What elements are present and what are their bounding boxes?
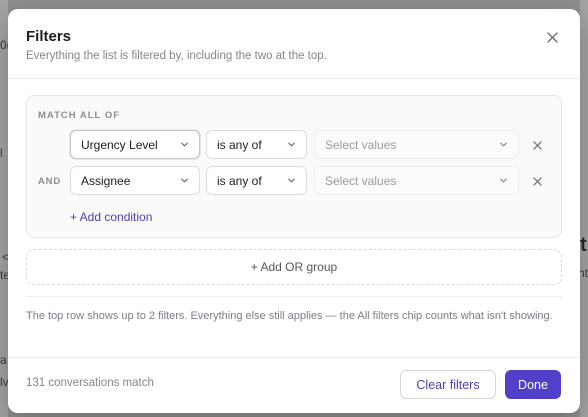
match-all-label: MATCH ALL OF xyxy=(38,110,121,121)
field-select-value: Urgency Level xyxy=(81,137,158,152)
help-note: The top row shows up to 2 filters. Every… xyxy=(26,310,553,322)
close-button[interactable] xyxy=(543,28,561,46)
section-divider xyxy=(26,296,562,297)
field-select-value: Assignee xyxy=(81,173,131,188)
operator-select-value: is any of xyxy=(217,173,262,188)
field-select-assignee[interactable]: Assignee xyxy=(70,166,200,195)
remove-condition-button[interactable] xyxy=(530,174,544,188)
remove-condition-button[interactable] xyxy=(530,138,544,152)
background-panel-right xyxy=(580,0,588,417)
chevron-down-icon xyxy=(500,178,507,183)
chevron-down-icon xyxy=(181,178,188,183)
dialog-title: Filters xyxy=(26,28,72,45)
close-icon xyxy=(532,140,542,150)
close-icon xyxy=(532,176,542,186)
match-count: 131 conversations match xyxy=(26,377,154,389)
header-divider xyxy=(8,78,580,79)
background-text: a xyxy=(0,353,7,367)
operator-select-urgency[interactable]: is any of xyxy=(206,130,307,159)
footer-divider xyxy=(8,357,580,358)
add-condition-button[interactable]: + Add condition xyxy=(70,210,152,224)
filters-dialog: Filters Everything the list is filtered … xyxy=(8,9,580,413)
background-text: t xyxy=(580,234,587,256)
operator-select-assignee[interactable]: is any of xyxy=(206,166,307,195)
values-select-placeholder: Select values xyxy=(325,137,397,152)
background-text: l xyxy=(0,146,3,160)
chevron-down-icon xyxy=(288,142,295,147)
values-select-assignee[interactable]: Select values xyxy=(314,166,519,195)
chevron-down-icon xyxy=(288,178,295,183)
close-icon xyxy=(546,31,558,43)
clear-filters-button[interactable]: Clear filters xyxy=(400,370,496,399)
chevron-down-icon xyxy=(500,142,507,147)
field-select-urgency[interactable]: Urgency Level xyxy=(70,130,200,159)
done-button[interactable]: Done xyxy=(505,370,561,399)
add-or-group-button[interactable]: + Add OR group xyxy=(26,249,562,285)
filter-group: MATCH ALL OF Urgency Level is any of Sel… xyxy=(26,95,562,238)
chevron-down-icon xyxy=(181,142,188,147)
values-select-urgency[interactable]: Select values xyxy=(314,130,519,159)
operator-select-value: is any of xyxy=(217,137,262,152)
values-select-placeholder: Select values xyxy=(325,173,397,188)
dialog-subtitle: Everything the list is filtered by, incl… xyxy=(26,50,327,62)
row-connector-and: AND xyxy=(38,176,61,187)
